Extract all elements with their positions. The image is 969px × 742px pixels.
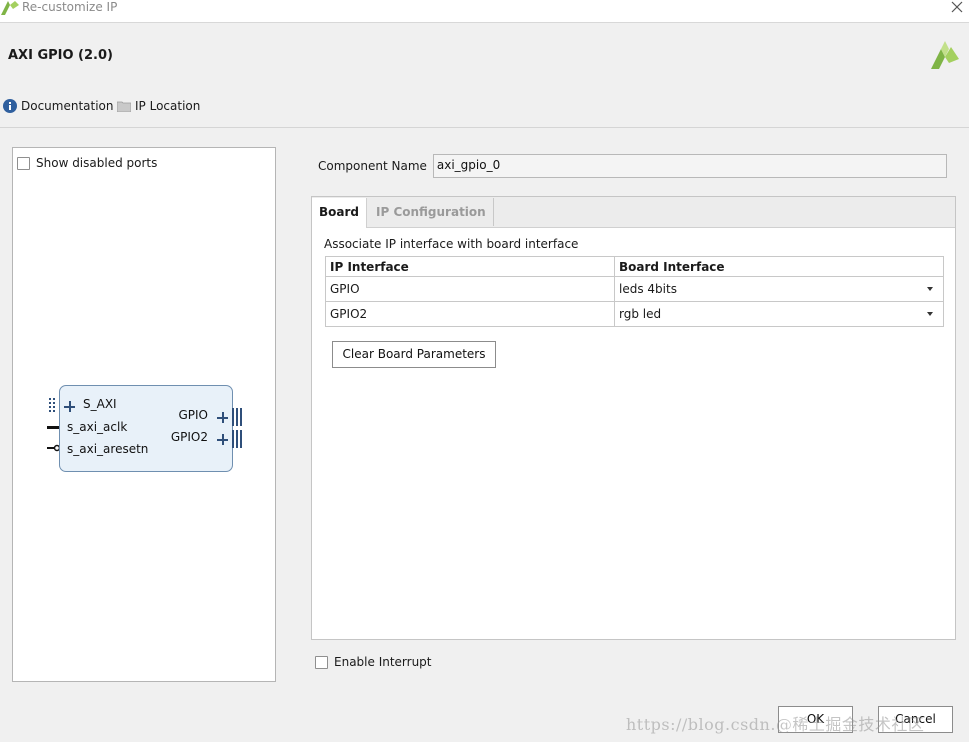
component-name-label: Component Name [318,159,427,173]
axi-gpio-symbol[interactable]: S_AXI s_axi_aclk s_axi_aresetn GPIO GPIO… [59,385,233,472]
vivado-logo-icon [1,1,19,15]
enable-interrupt-label: Enable Interrupt [334,655,432,669]
port-gpio: GPIO [178,408,208,422]
tab-strip: Board IP Configuration [312,197,955,228]
table-header-row: IP Interface Board Interface [325,256,944,277]
window-title: Re-customize IP [22,0,118,14]
component-name-row: Component Name axi_gpio_0 [318,154,947,178]
table-row: GPIO2 rgb led [325,301,944,327]
s-axi-bus-connector-icon [49,398,55,412]
clear-board-parameters-button[interactable]: Clear Board Parameters [332,341,496,368]
ip-location-label: IP Location [135,99,201,113]
board-association-description: Associate IP interface with board interf… [324,237,579,251]
info-icon [3,99,17,113]
close-icon[interactable] [951,1,963,13]
config-tabs: Board IP Configuration Associate IP inte… [311,196,956,640]
gpio2-expand-icon[interactable] [217,434,228,445]
gpio-expand-icon[interactable] [217,412,228,423]
documentation-label: Documentation [21,99,114,113]
column-header-ip-interface: IP Interface [325,256,615,277]
folder-icon [117,101,131,112]
tab-board[interactable]: Board [312,198,367,228]
show-disabled-ports-label: Show disabled ports [36,156,158,170]
board-interface-select[interactable]: rgb led [614,301,944,327]
port-s-axi: S_AXI [83,397,117,411]
ip-interface-cell: GPIO2 [325,301,615,327]
port-s-axi-aclk: s_axi_aclk [67,420,128,434]
window-titlebar: Re-customize IP [0,0,969,23]
column-header-board-interface: Board Interface [614,256,944,277]
gpio2-bus-connector-icon [232,430,242,448]
enable-interrupt-checkbox[interactable] [315,655,328,669]
dropdown-arrow-icon[interactable] [927,287,933,291]
component-name-field[interactable]: axi_gpio_0 [432,154,947,178]
port-gpio2: GPIO2 [170,430,208,444]
xilinx-logo-icon [931,41,959,69]
ip-symbol-panel: Show disabled ports S_AXI s_axi_aclk s_a… [12,147,276,682]
s-axi-expand-icon[interactable] [64,401,75,412]
ip-interface-cell: GPIO [325,276,615,302]
board-interface-select[interactable]: leds 4bits [614,276,944,302]
board-interface-value: leds 4bits [619,282,677,296]
dropdown-arrow-icon[interactable] [927,312,933,316]
table-row: GPIO leds 4bits [325,276,944,302]
gpio-bus-connector-icon [232,408,242,426]
ip-location-link[interactable]: IP Location [117,99,200,113]
aclk-pin-icon [47,426,59,429]
enable-interrupt-checkbox-row[interactable]: Enable Interrupt [315,655,432,669]
symbol-right-connectors [232,408,242,448]
show-disabled-ports-checkbox-row[interactable]: Show disabled ports [17,156,157,170]
port-s-axi-aresetn: s_axi_aresetn [67,442,149,456]
ip-header: AXI GPIO (2.0) Documentation IP Location [0,23,969,128]
tab-ip-configuration[interactable]: IP Configuration [369,198,494,226]
ip-name: AXI GPIO (2.0) [8,48,113,63]
board-interface-table: IP Interface Board Interface GPIO leds 4… [325,256,944,327]
board-interface-value: rgb led [619,307,662,321]
show-disabled-ports-checkbox[interactable] [17,156,30,170]
aresetn-pin-icon [47,444,61,452]
documentation-link[interactable]: Documentation [3,99,114,113]
watermark: https://blog.csdn.@稀土掘金技术社区 [626,715,925,734]
